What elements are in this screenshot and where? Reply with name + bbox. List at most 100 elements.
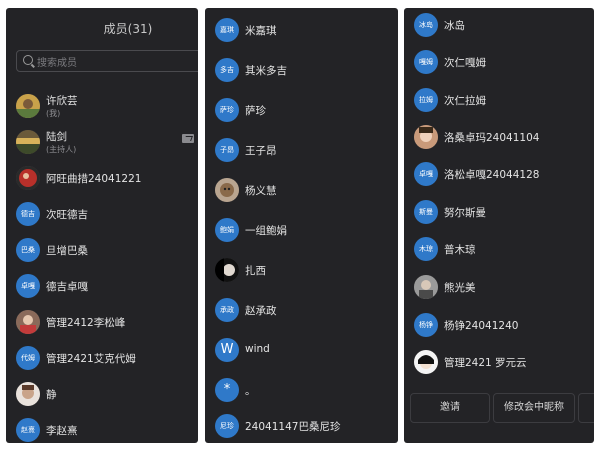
member-row[interactable]: W wind [205,334,398,368]
member-row[interactable]: 卓嘎 洛松卓嘎24044128 [404,158,594,192]
member-count-title: 成员(31) [103,22,153,36]
member-avatar: W [215,338,239,362]
member-avatar [16,166,40,190]
member-avatar [215,258,239,282]
member-row[interactable]: 木琼 普木琼 [404,233,594,267]
member-avatar: 鲍娟 [215,218,239,242]
member-name: 王子昂 [245,145,277,157]
member-name: 杨铮24041240 [444,320,519,332]
member-name: 米嘉琪 [245,25,277,37]
member-row[interactable]: 赵熹 李赵熹 [6,414,198,443]
member-avatar: 尼珍 [215,414,239,438]
member-name: 管理2412李松峰 [46,317,126,329]
member-avatar: 木琼 [414,237,438,261]
member-row[interactable]: 承政 赵承政 [205,294,398,328]
member-avatar: 斯曼 [414,200,438,224]
member-avatar: 萨珍 [215,98,239,122]
member-row[interactable]: 卓嘎 德吉卓嘎 [6,270,198,304]
member-row[interactable]: 萨珍 萨珍 [205,94,398,128]
search-input[interactable]: 搜索成员 [16,50,198,72]
member-name: 管理2421 罗元云 [444,357,527,369]
member-row[interactable]: 嘉琪 米嘉琪 [205,14,398,48]
member-avatar: 卓嘎 [16,274,40,298]
member-avatar [16,310,40,334]
member-name: 次旺德吉 [46,209,88,221]
search-icon [23,55,33,65]
member-row[interactable]: 熊光美 [404,271,594,305]
member-panel-left: 成员(31) 搜索成员 许欣芸 (我) 陆剑 (主持人) 阿旺曲措2404122… [6,8,198,443]
member-avatar: * [215,378,239,402]
member-name: 24041147巴桑尼珍 [245,421,341,433]
member-row[interactable]: 德吉 次旺德吉 [6,198,198,232]
member-name: wind [245,343,270,355]
member-name: 陆剑 [46,131,67,143]
member-name: 萨珍 [245,105,266,117]
member-role: (我) [46,109,61,118]
member-name: 次仁嘎姆 [444,57,486,69]
member-avatar: 冰岛 [414,13,438,37]
member-avatar [16,94,40,118]
member-name: 普木琼 [444,244,476,256]
member-name: 扎西 [245,265,266,277]
member-avatar: 子昂 [215,138,239,162]
member-row[interactable]: 杨义慧 [205,174,398,208]
member-row[interactable]: 鲍娟 一组鲍娟 [205,214,398,248]
member-name: 静 [46,389,57,401]
member-row[interactable]: 嘎姆 次仁嘎姆 [404,46,594,80]
member-row[interactable]: 冰岛 冰岛 [404,9,594,43]
member-row[interactable]: * 。 [205,374,398,408]
member-row[interactable]: 阿旺曲措24041221 [6,162,198,196]
member-name: 赵承政 [245,305,277,317]
member-row[interactable]: 巴桑 旦增巴桑 [6,234,198,268]
member-avatar: 赵熹 [16,418,40,442]
member-row[interactable]: 拉姆 次仁拉姆 [404,84,594,118]
member-name: 德吉卓嘎 [46,281,88,293]
member-panel-right: 冰岛 冰岛 嘎姆 次仁嘎姆 拉姆 次仁拉姆 洛桑卓玛24041104 卓嘎 洛松… [404,8,594,443]
member-name: 洛松卓嘎24044128 [444,169,540,181]
member-avatar [414,275,438,299]
member-avatar [215,178,239,202]
member-row[interactable]: 多吉 其米多吉 [205,54,398,88]
member-name: 。 [245,385,256,397]
member-row[interactable]: 代姆 管理2421艾克代姆 [6,342,198,376]
member-role: (主持人) [46,145,77,154]
member-name: 其米多吉 [245,65,287,77]
member-name: 杨义慧 [245,185,277,197]
member-name: 阿旺曲措24041221 [46,173,142,185]
member-avatar: 巴桑 [16,238,40,262]
member-row[interactable]: 静 [6,378,198,412]
member-avatar: 多吉 [215,58,239,82]
member-name: 李赵熹 [46,425,78,437]
member-row[interactable]: 杨铮 杨铮24041240 [404,309,594,343]
rename-nickname-button[interactable]: 修改会中昵称 [493,393,575,423]
search-placeholder: 搜索成员 [37,58,77,69]
invite-button[interactable]: 邀请 [410,393,490,423]
member-name: 努尔斯曼 [444,207,486,219]
member-avatar: 代姆 [16,346,40,370]
member-avatar [16,382,40,406]
member-avatar: 拉姆 [414,88,438,112]
member-row[interactable]: 陆剑 (主持人) [6,126,198,160]
member-row[interactable]: 尼珍 24041147巴桑尼珍 [205,410,398,443]
member-row[interactable]: 斯曼 努尔斯曼 [404,196,594,230]
member-row[interactable]: 许欣芸 (我) [6,90,198,124]
member-row[interactable]: 子昂 王子昂 [205,134,398,168]
member-row[interactable]: 扎西 [205,254,398,288]
member-row[interactable]: 洛桑卓玛24041104 [404,121,594,155]
member-name: 次仁拉姆 [444,95,486,107]
member-name: 洛桑卓玛24041104 [444,132,540,144]
member-row[interactable]: 管理2421 罗元云 [404,346,594,380]
member-name: 一组鲍娟 [245,225,287,237]
member-row[interactable]: 管理2412李松峰 [6,306,198,340]
member-avatar [16,130,40,154]
member-avatar: 嘎姆 [414,50,438,74]
member-name: 熊光美 [444,282,476,294]
member-avatar [414,350,438,374]
member-avatar: 卓嘎 [414,162,438,186]
more-button[interactable] [578,393,594,423]
member-avatar: 承政 [215,298,239,322]
member-avatar: 德吉 [16,202,40,226]
screen-share-icon[interactable] [182,134,194,143]
member-name: 旦增巴桑 [46,245,88,257]
member-panel-middle: 嘉琪 米嘉琪 多吉 其米多吉 萨珍 萨珍 子昂 王子昂 杨义慧 鲍娟 一组鲍娟 … [205,8,398,443]
